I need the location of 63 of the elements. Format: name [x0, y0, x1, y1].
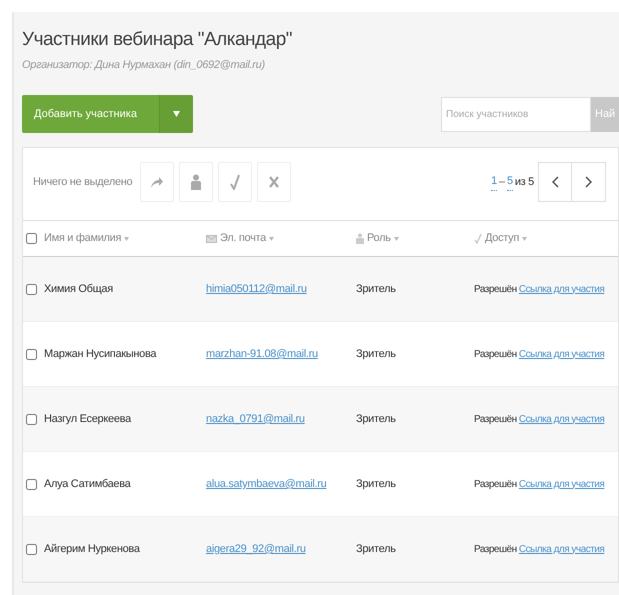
caret-icon [172, 111, 180, 118]
forward-button[interactable] [140, 162, 174, 202]
role-text: Зритель [356, 542, 396, 555]
email-link[interactable]: nazka_0791@mail.ru [206, 412, 305, 425]
chevron-right-icon [585, 176, 592, 188]
role-text: Зритель [356, 282, 396, 295]
access-status: Разрешён [474, 478, 517, 490]
participant-name: Алуа Сатимбаева [44, 476, 130, 492]
arrow-icon [150, 175, 164, 190]
participant-name: Назгул Есеркеева [44, 412, 131, 427]
row-checkbox[interactable] [26, 282, 37, 296]
tick-icon [230, 174, 240, 190]
page-range-end[interactable]: 5 [507, 173, 513, 191]
dropdown-button[interactable] [158, 95, 193, 134]
sort-caret-icon [268, 236, 274, 241]
add-participant-button[interactable]: Добавить участника [22, 95, 159, 134]
row-checkbox[interactable] [26, 412, 37, 426]
column-header[interactable]: Эл. почта [220, 230, 266, 247]
participant-name: Айгерим Нуркенова [44, 542, 140, 557]
column-header[interactable]: Доступ [485, 230, 520, 247]
column-header[interactable]: Роль [367, 230, 391, 247]
row-checkbox[interactable] [26, 478, 37, 491]
sort-caret-icon [394, 236, 399, 241]
person-icon [190, 174, 202, 190]
page-title: Участники вебинара "Алкандар" [22, 28, 294, 52]
access-status: Разрешён [474, 348, 517, 360]
role-text: Зритель [356, 412, 396, 425]
participation-link[interactable]: Ссылка для участия [518, 284, 604, 295]
access-status: Разрешён [474, 544, 517, 555]
close-icon [269, 176, 280, 188]
page-range-start[interactable]: 1 [491, 173, 497, 191]
access-status: Разрешён [474, 284, 517, 295]
role-text: Зритель [356, 348, 396, 360]
search-field[interactable]: Поиск участников [441, 96, 591, 132]
participant-name: Химия Общая [44, 282, 113, 297]
row-checkbox[interactable] [26, 542, 37, 556]
total-count: из 5 [514, 174, 534, 190]
email-link[interactable]: aigera29_92@mail.ru [206, 542, 306, 555]
email-link[interactable]: alua.satymbaeva@mail.ru [206, 478, 326, 490]
role-text: Зритель [356, 478, 396, 490]
column-header[interactable]: Имя и фамилия [44, 230, 122, 247]
sort-caret-icon [124, 236, 130, 241]
range-dash-icon [499, 181, 505, 184]
select-all-checkbox[interactable] [26, 232, 37, 246]
person-button[interactable] [179, 162, 214, 202]
delete-button[interactable] [257, 162, 292, 202]
participant-name: Маржан Нусипакынова [44, 346, 156, 362]
chevron-left-icon [552, 176, 558, 188]
envelope-icon [206, 234, 217, 243]
row-checkbox[interactable] [26, 348, 37, 361]
selection-status: Ничего не выделено [33, 174, 132, 190]
access-status: Разрешён [474, 414, 517, 425]
email-link[interactable]: himia050112@mail.ru [206, 282, 307, 295]
organizer-text: Организатор: Дина Нурмахан (din_0692@mail.ru) [22, 58, 266, 73]
participation-link[interactable]: Ссылка для участия [518, 414, 604, 425]
participation-link[interactable]: Ссылка для участия [518, 544, 604, 555]
email-link[interactable]: marzhan-91.08@mail.ru [206, 348, 318, 360]
participation-link[interactable]: Ссылка для участия [518, 478, 604, 490]
participation-link[interactable]: Ссылка для участия [518, 348, 604, 360]
tick-icon [474, 233, 482, 244]
access-button[interactable] [218, 162, 252, 202]
sort-caret-icon [522, 236, 528, 241]
person-icon [356, 233, 364, 244]
